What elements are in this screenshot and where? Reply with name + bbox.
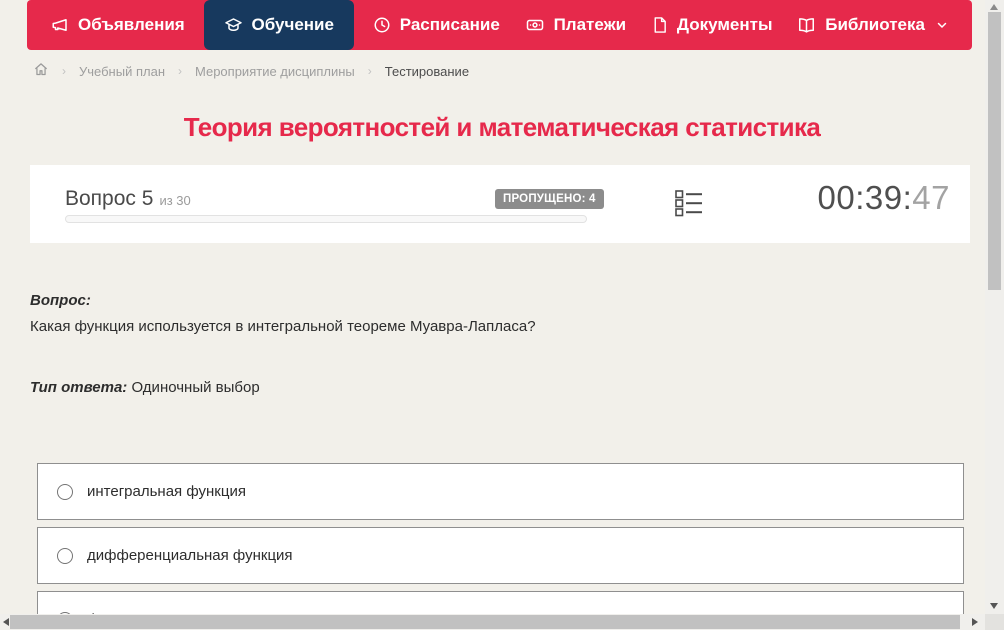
nav-item-library[interactable]: Библиотека <box>791 0 954 50</box>
nav-item-schedule[interactable]: Расписание <box>367 0 506 50</box>
vertical-scrollbar[interactable] <box>985 0 1004 614</box>
scroll-down-arrow[interactable] <box>990 603 998 609</box>
question-list-button[interactable] <box>675 190 705 218</box>
breadcrumb-separator: › <box>62 64 66 78</box>
question-number-label: Вопрос 5 <box>65 187 154 210</box>
banknote-icon <box>525 16 545 34</box>
main-navigation: Объявления Обучение Расписание Платежи Д… <box>27 0 972 50</box>
clock-icon <box>373 16 391 34</box>
answer-option[interactable]: дифференциальная функция <box>37 527 964 584</box>
question-text: Какая функция используется в интегрально… <box>30 318 536 335</box>
test-page: Объявления Обучение Расписание Платежи Д… <box>0 0 1004 630</box>
timer-minutes: 00:39: <box>817 179 913 216</box>
skipped-badge: ПРОПУЩЕНО: 4 <box>495 189 604 209</box>
timer: 00:39:47 <box>818 179 950 217</box>
question-prompt-label: Вопрос: <box>30 292 91 309</box>
vertical-scrollbar-thumb[interactable] <box>988 12 1001 290</box>
book-icon <box>797 16 816 34</box>
horizontal-scrollbar[interactable] <box>0 614 985 630</box>
breadcrumb-separator: › <box>367 64 372 78</box>
nav-item-label: Платежи <box>553 15 627 34</box>
answer-type-row: Тип ответа: Одиночный выбор <box>30 379 260 396</box>
horizontal-scrollbar-thumb[interactable] <box>10 615 960 629</box>
breadcrumb: › Учебный план › Мероприятие дисциплины … <box>33 62 469 80</box>
radio-button[interactable] <box>57 483 73 500</box>
breadcrumb-item-testing: Тестирование <box>384 63 470 79</box>
answer-type-value: Одиночный выбор <box>131 379 260 396</box>
document-icon <box>651 16 668 34</box>
nav-item-label: Библиотека <box>825 15 925 34</box>
question-total-label: из 30 <box>159 193 191 208</box>
home-icon[interactable] <box>33 62 49 80</box>
radio-button[interactable] <box>57 547 73 564</box>
nav-item-documents[interactable]: Документы <box>645 0 779 50</box>
scroll-right-arrow[interactable] <box>972 618 978 626</box>
progress-bar <box>65 215 587 223</box>
scroll-left-arrow[interactable] <box>3 618 9 626</box>
answer-option[interactable]: интегральная функция <box>37 463 964 520</box>
answer-option-label: дифференциальная функция <box>87 547 293 564</box>
question-number: Вопрос 5 из 30 <box>65 187 191 211</box>
breadcrumb-item-curriculum[interactable]: Учебный план <box>79 64 165 79</box>
megaphone-icon <box>51 16 69 34</box>
nav-item-label: Документы <box>676 15 773 34</box>
nav-item-payments[interactable]: Платежи <box>519 0 633 50</box>
scroll-up-arrow[interactable] <box>990 4 998 10</box>
nav-item-label: Расписание <box>399 15 500 34</box>
timer-seconds: 47 <box>912 179 950 216</box>
answer-option-label: интегральная функция <box>87 483 246 500</box>
graduation-cap-icon <box>224 16 243 34</box>
page-title: Теория вероятностей и математическая ста… <box>183 112 821 142</box>
answer-type-label: Тип ответа: <box>30 379 128 396</box>
question-header-panel: Вопрос 5 из 30 ПРОПУЩЕНО: 4 00:39:47 <box>30 165 970 243</box>
nav-item-learning[interactable]: Обучение <box>203 0 354 50</box>
breadcrumb-item-activity[interactable]: Мероприятие дисциплины <box>195 64 355 79</box>
nav-item-label: Объявления <box>78 15 185 34</box>
breadcrumb-separator: › <box>178 64 182 78</box>
chevron-down-icon <box>936 19 948 31</box>
nav-item-label: Обучение <box>251 15 334 34</box>
scrollbar-corner <box>985 614 1004 630</box>
nav-item-announcements[interactable]: Объявления <box>45 0 191 50</box>
